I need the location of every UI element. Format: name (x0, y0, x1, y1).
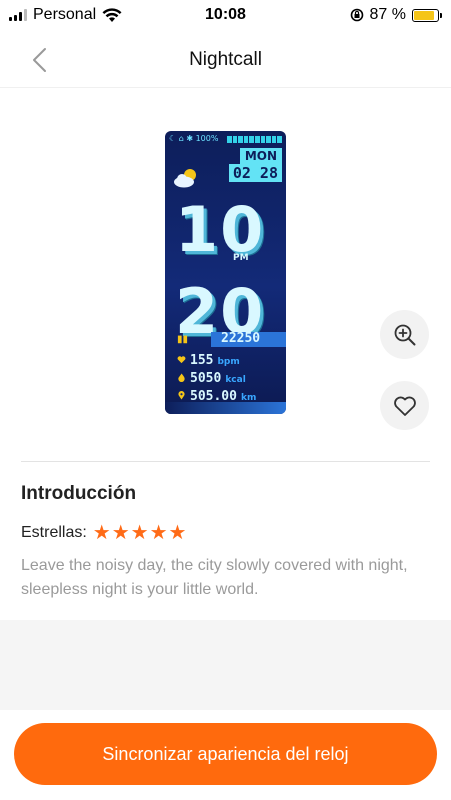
watch-face-preview: ☾ ⌂ ✱ 100% MON 02 28 10 PM 20 ▮▮ 22250 1… (165, 131, 286, 414)
star-icon: ★ (168, 522, 187, 544)
intro-title: Introducción (21, 483, 137, 504)
stars-label: Estrellas: (21, 524, 87, 541)
watch-heart-rate: 155 (190, 353, 214, 368)
sync-watch-face-button[interactable]: Sincronizar apariencia del reloj (14, 723, 437, 785)
star-icon: ★ (92, 522, 111, 544)
flame-icon (178, 373, 185, 382)
star-icon: ★ (130, 522, 149, 544)
watch-bottom-band (165, 402, 286, 414)
watch-calories: 5050 (190, 371, 222, 386)
watch-calories-row: 5050 kcal (177, 371, 246, 386)
battery-info: 87 % (350, 6, 442, 24)
spacer-area (0, 620, 451, 710)
watch-heart-row: 155 bpm (177, 353, 240, 368)
watch-calories-unit: kcal (225, 375, 246, 385)
zoom-button[interactable] (380, 310, 429, 359)
watch-ampm: PM (233, 253, 249, 263)
battery-icon (412, 8, 442, 22)
location-pin-icon (178, 391, 185, 400)
divider (21, 461, 430, 462)
rotation-lock-icon (350, 8, 363, 22)
star-icon: ★ (149, 522, 168, 544)
watch-status-icons: ☾ ⌂ ✱ 100% (169, 134, 219, 143)
watch-date: 02 28 (228, 164, 282, 182)
favorite-button[interactable] (380, 381, 429, 430)
watch-hour: 10 (175, 193, 266, 266)
status-bar: Personal 10:08 87 % (0, 0, 451, 30)
battery-percent: 87 % (369, 6, 406, 23)
watch-battery-bar (227, 136, 282, 143)
star-rating: ★ ★ ★ ★ ★ (93, 523, 187, 543)
heart-outline-icon (393, 396, 416, 416)
zoom-in-icon (394, 324, 415, 345)
rating-row: Estrellas: ★ ★ ★ ★ ★ (21, 523, 186, 543)
heart-icon (177, 356, 186, 364)
watch-steps: 22250 (221, 331, 261, 346)
watch-heart-unit: bpm (217, 357, 240, 367)
nav-bar: Nightcall (0, 30, 451, 88)
footprints-icon: ▮▮ (177, 334, 189, 345)
weather-icon (174, 169, 196, 188)
page-title: Nightcall (189, 49, 262, 70)
description: Leave the noisy day, the city slowly cov… (21, 557, 408, 598)
watch-day: MON (239, 148, 282, 164)
star-icon: ★ (111, 522, 130, 544)
